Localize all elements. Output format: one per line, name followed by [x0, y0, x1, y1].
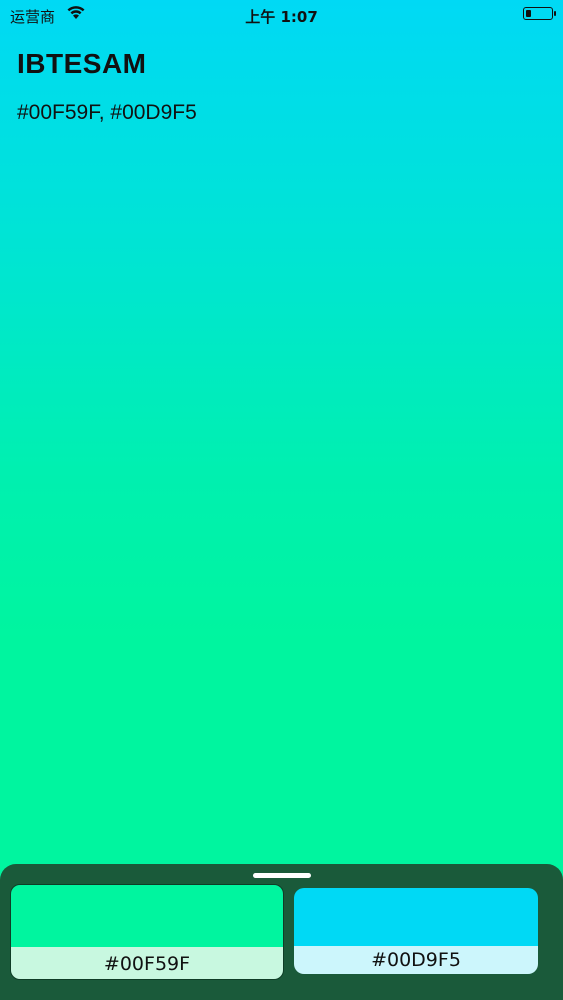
color-swatch-2[interactable]: #00D9F5: [294, 888, 538, 974]
swatch-color-block: [11, 885, 283, 948]
color-swatch-1[interactable]: #00F59F: [10, 884, 284, 980]
sheet-drag-handle[interactable]: [253, 873, 311, 878]
battery-icon: [523, 7, 556, 20]
swatch-color-block: [294, 888, 538, 946]
palette-codes: #00F59F, #00D9F5: [17, 101, 197, 124]
status-time: 上午 1:07: [245, 8, 318, 26]
bottom-sheet[interactable]: #00F59F #00D9F5: [0, 864, 563, 1000]
status-bar: 运营商 上午 1:07: [0, 0, 563, 30]
swatch-hex-label: #00D9F5: [294, 946, 538, 974]
swatch-hex-label: #00F59F: [11, 947, 283, 979]
palette-title: IBTESAM: [17, 48, 147, 79]
gradient-background: [0, 0, 563, 1000]
